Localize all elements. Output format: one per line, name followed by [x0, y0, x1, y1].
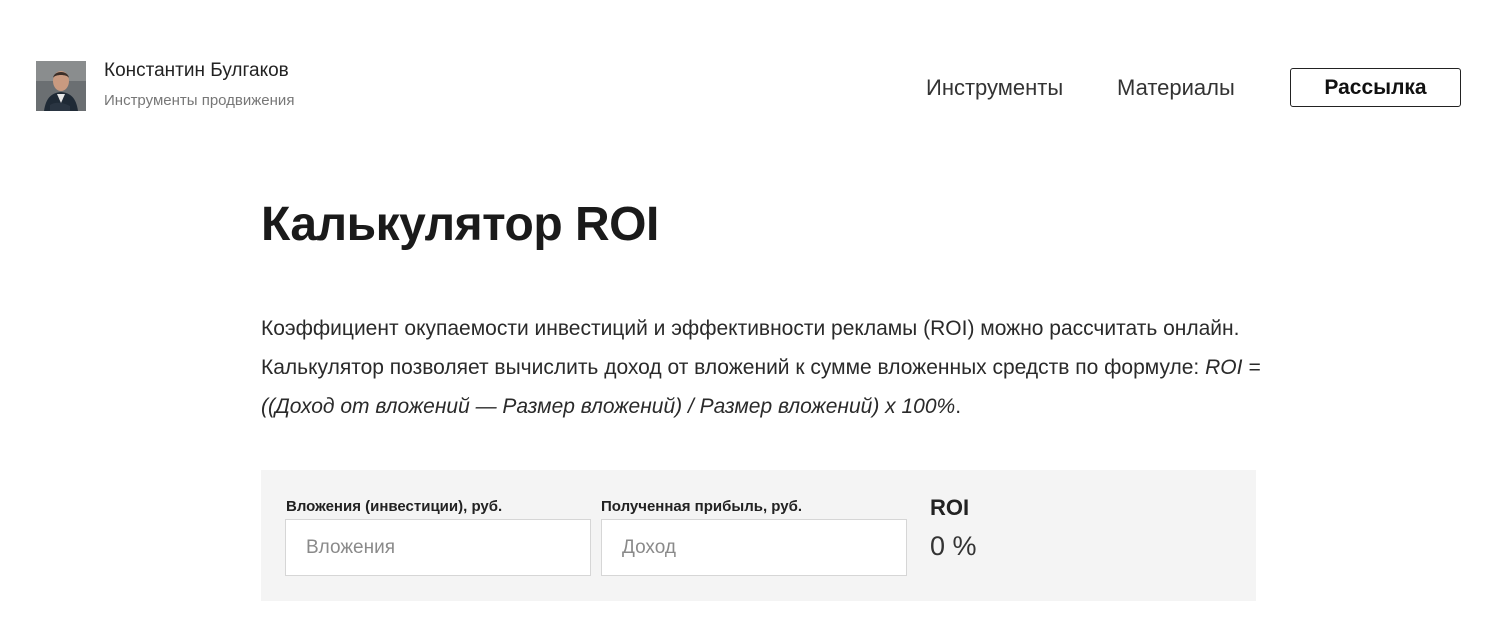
author-subtitle: Инструменты продвижения: [104, 92, 295, 109]
profit-input[interactable]: [601, 519, 907, 576]
nav-link-materials[interactable]: Материалы: [1117, 68, 1235, 107]
newsletter-button[interactable]: Рассылка: [1290, 68, 1461, 107]
site-header: Константин Булгаков Инструменты продвиже…: [0, 0, 1493, 140]
roi-calculator: Вложения (инвестиции), руб. Полученная п…: [261, 470, 1256, 601]
author-name[interactable]: Константин Булгаков: [104, 60, 289, 82]
avatar[interactable]: [36, 61, 86, 111]
intro-paragraph: Коэффициент окупаемости инвестиций и эфф…: [261, 309, 1261, 426]
profit-label: Полученная прибыль, руб.: [601, 498, 803, 515]
roi-result: 0 %: [930, 531, 977, 561]
roi-label: ROI: [930, 495, 970, 520]
intro-text: Коэффициент окупаемости инвестиций и эфф…: [261, 317, 1240, 379]
author-photo-icon: [36, 61, 86, 111]
investment-label: Вложения (инвестиции), руб.: [286, 498, 503, 515]
page-title: Калькулятор ROI: [261, 198, 659, 251]
investment-input[interactable]: [285, 519, 591, 576]
nav-link-tools[interactable]: Инструменты: [926, 68, 1063, 107]
intro-end: .: [955, 395, 962, 418]
